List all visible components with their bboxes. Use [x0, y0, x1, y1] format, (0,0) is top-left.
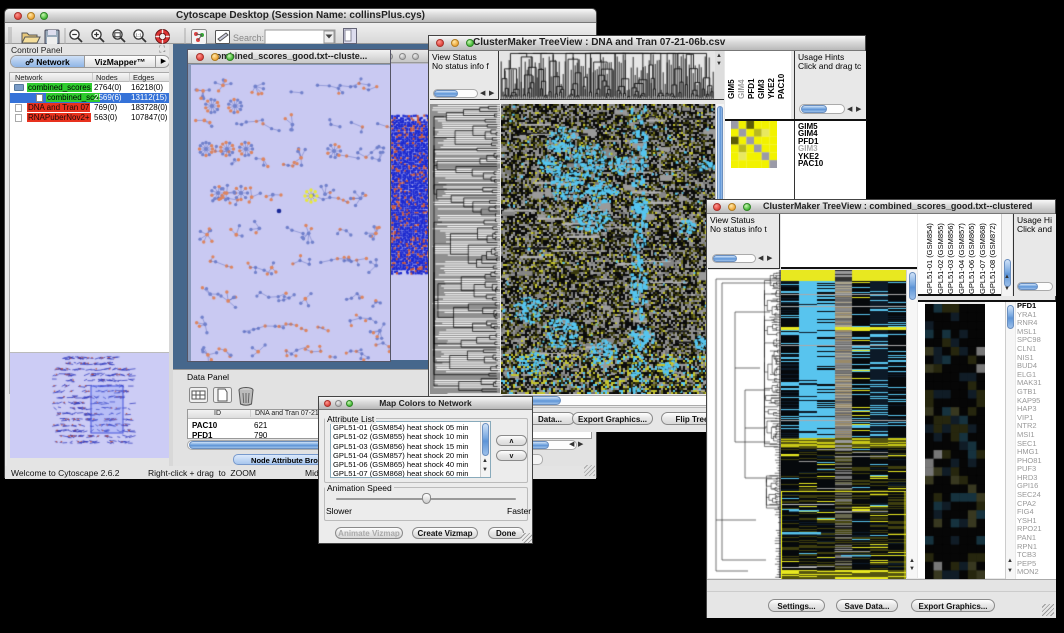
svg-text:1:1: 1:1 — [135, 33, 142, 38]
svg-text:Search:: Search: — [233, 33, 264, 43]
